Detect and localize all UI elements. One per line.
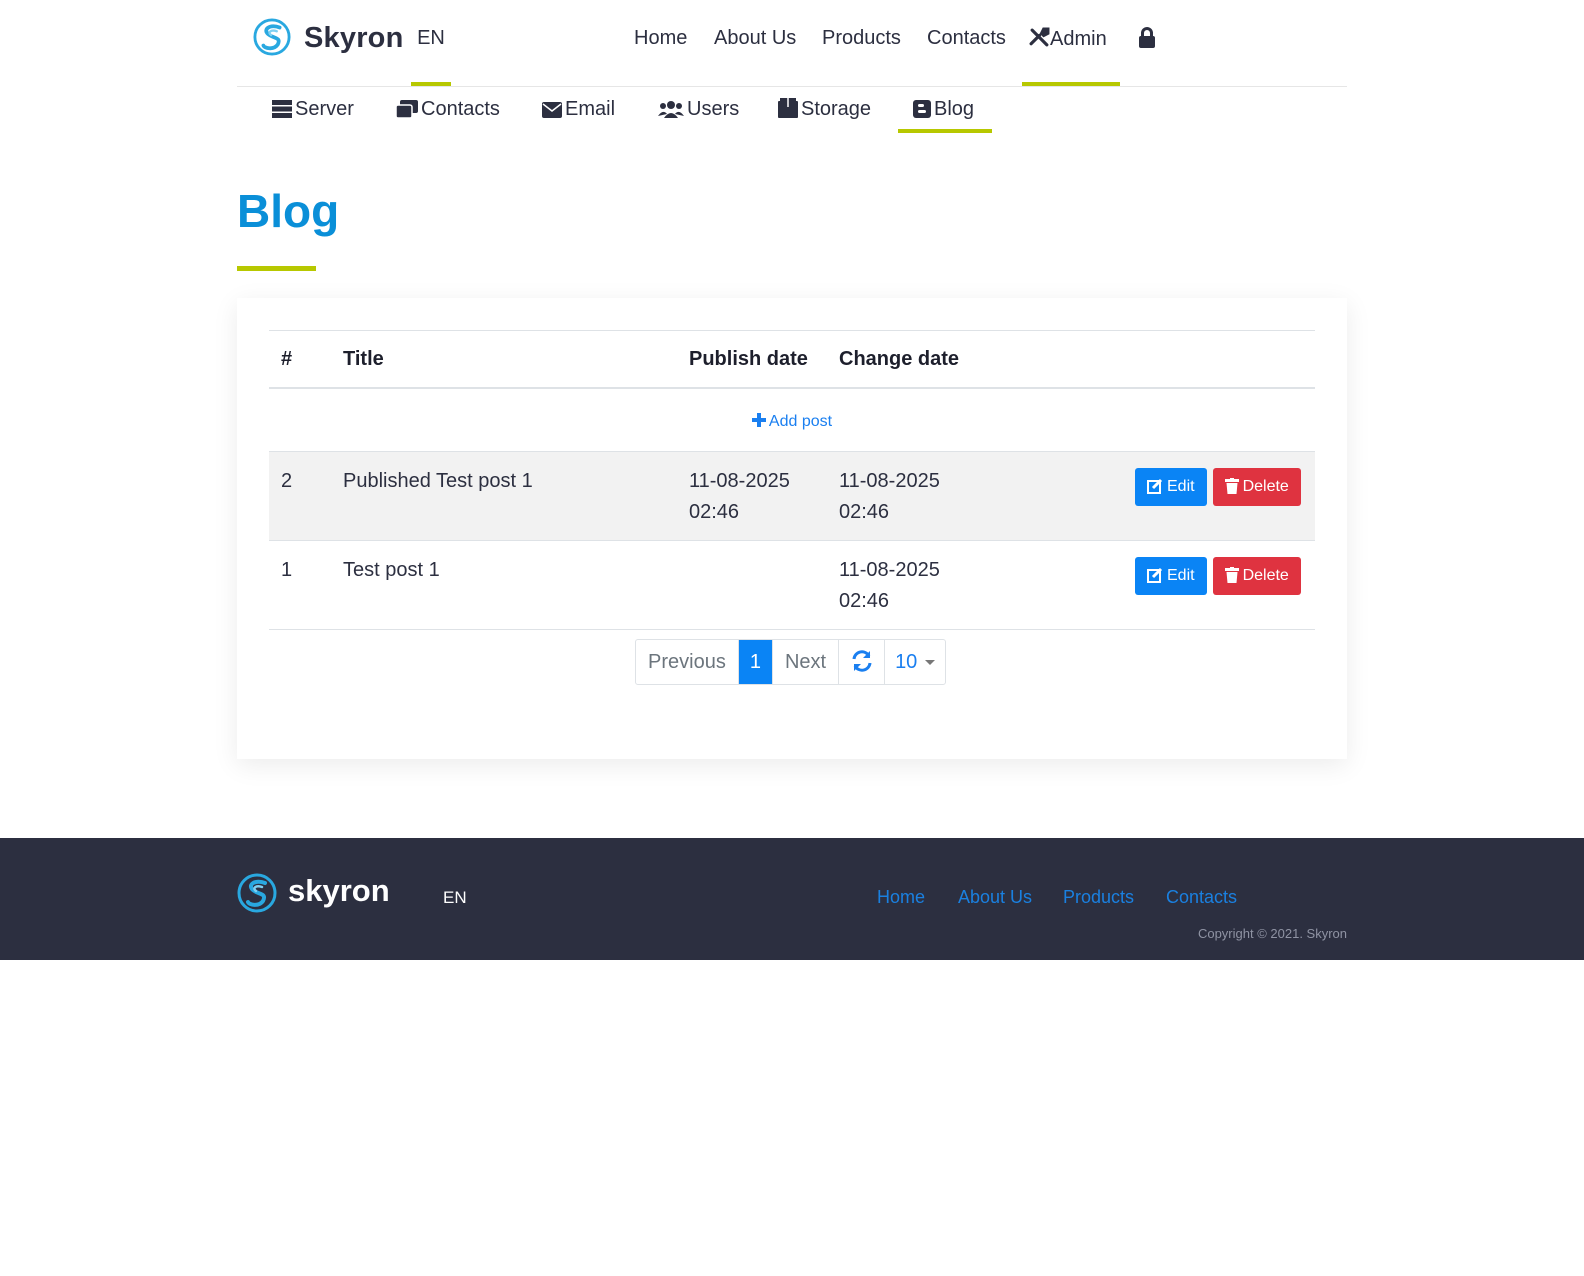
chevron-down-icon — [925, 660, 936, 665]
edit-button[interactable]: Edit — [1135, 557, 1207, 595]
cell-id: 2 — [269, 451, 331, 541]
footer-link-products[interactable]: Products — [1063, 887, 1134, 908]
blog-posts-table: # Title Publish date Change date Add pos… — [269, 330, 1315, 630]
header-actions — [1043, 330, 1315, 389]
footer: skyron EN Home About Us Products Contact… — [0, 838, 1584, 960]
edit-icon — [1147, 478, 1163, 494]
cell-change-date: 11-08-2025 02:46 — [827, 451, 1043, 541]
nav-admin[interactable]: Admin — [1022, 0, 1120, 86]
edit-icon — [1147, 567, 1163, 583]
footer-brand[interactable]: skyron — [288, 873, 390, 909]
add-post-link[interactable]: Add post — [751, 413, 832, 430]
cell-title: Published Test post 1 — [331, 451, 677, 541]
refresh-icon — [852, 650, 872, 672]
cell-publish-date: 11-08-2025 02:46 — [677, 451, 827, 541]
cell-title: Test post 1 — [331, 540, 677, 630]
cell-actions: Edit Delete — [1043, 451, 1315, 541]
footer-link-contacts[interactable]: Contacts — [1166, 887, 1237, 908]
cell-id: 1 — [269, 540, 331, 630]
box-icon — [778, 98, 798, 118]
table-bottom-border — [269, 629, 1315, 630]
tools-icon — [1029, 27, 1050, 47]
pagination-previous[interactable]: Previous — [636, 640, 739, 684]
edit-button[interactable]: Edit — [1135, 468, 1207, 506]
table-row: 2 Published Test post 1 11-08-2025 02:46 … — [269, 451, 1315, 541]
lock-icon — [1139, 27, 1155, 48]
footer-copyright: Copyright © 2021. Skyron — [1197, 926, 1347, 941]
blogger-icon — [913, 100, 931, 118]
brand-name[interactable]: Skyron — [304, 22, 404, 55]
top-navbar: Skyron EN Home About Us Products Contact… — [237, 0, 1347, 87]
delete-button[interactable]: Delete — [1212, 468, 1301, 506]
subnav-blog[interactable]: Blog — [898, 87, 992, 133]
language-underline — [411, 82, 451, 86]
header-publish-date[interactable]: Publish date — [677, 330, 827, 389]
trash-icon — [1224, 567, 1239, 583]
users-icon — [658, 101, 684, 118]
cell-actions: Edit Delete — [1043, 540, 1315, 630]
address-card-icon — [395, 100, 418, 119]
skyron-logo-icon[interactable] — [253, 18, 291, 56]
cell-publish-date — [677, 540, 827, 630]
trash-icon — [1224, 478, 1239, 494]
table-header-row: # Title Publish date Change date — [269, 330, 1315, 389]
pagination-page-current[interactable]: 1 — [738, 640, 773, 684]
page-title-underline — [237, 266, 316, 271]
table-row: 1 Test post 1 11-08-2025 02:46 Edit Delete — [269, 540, 1315, 630]
page-title: Blog — [237, 185, 340, 237]
footer-link-home[interactable]: Home — [877, 887, 925, 908]
cell-change-date: 11-08-2025 02:46 — [827, 540, 1043, 630]
pagination-next[interactable]: Next — [773, 640, 840, 684]
server-icon — [272, 100, 292, 118]
add-post-row: Add post — [269, 387, 1315, 452]
blog-posts-card: # Title Publish date Change date Add pos… — [237, 298, 1347, 759]
admin-subnav: Server Contacts Email Users Storage Blog — [237, 87, 1347, 133]
nav-admin-label: Admin — [1050, 28, 1107, 50]
skyron-logo-icon[interactable] — [237, 873, 277, 913]
plus-icon — [751, 413, 766, 427]
header-id[interactable]: # — [269, 330, 331, 389]
footer-link-about-us[interactable]: About Us — [958, 887, 1032, 908]
page-size-select[interactable]: 10 — [885, 640, 945, 684]
header-title[interactable]: Title — [331, 330, 677, 389]
language-label: EN — [417, 27, 445, 49]
header-change-date[interactable]: Change date — [827, 330, 1043, 389]
admin-active-underline — [1022, 82, 1120, 86]
refresh-button[interactable] — [839, 640, 886, 684]
blog-active-underline — [898, 129, 992, 133]
envelope-icon — [542, 102, 562, 118]
delete-button[interactable]: Delete — [1212, 557, 1301, 595]
pagination: Previous 1 Next 10 — [635, 639, 947, 685]
language-switch[interactable]: EN — [411, 0, 451, 86]
footer-language[interactable]: EN — [443, 888, 467, 908]
